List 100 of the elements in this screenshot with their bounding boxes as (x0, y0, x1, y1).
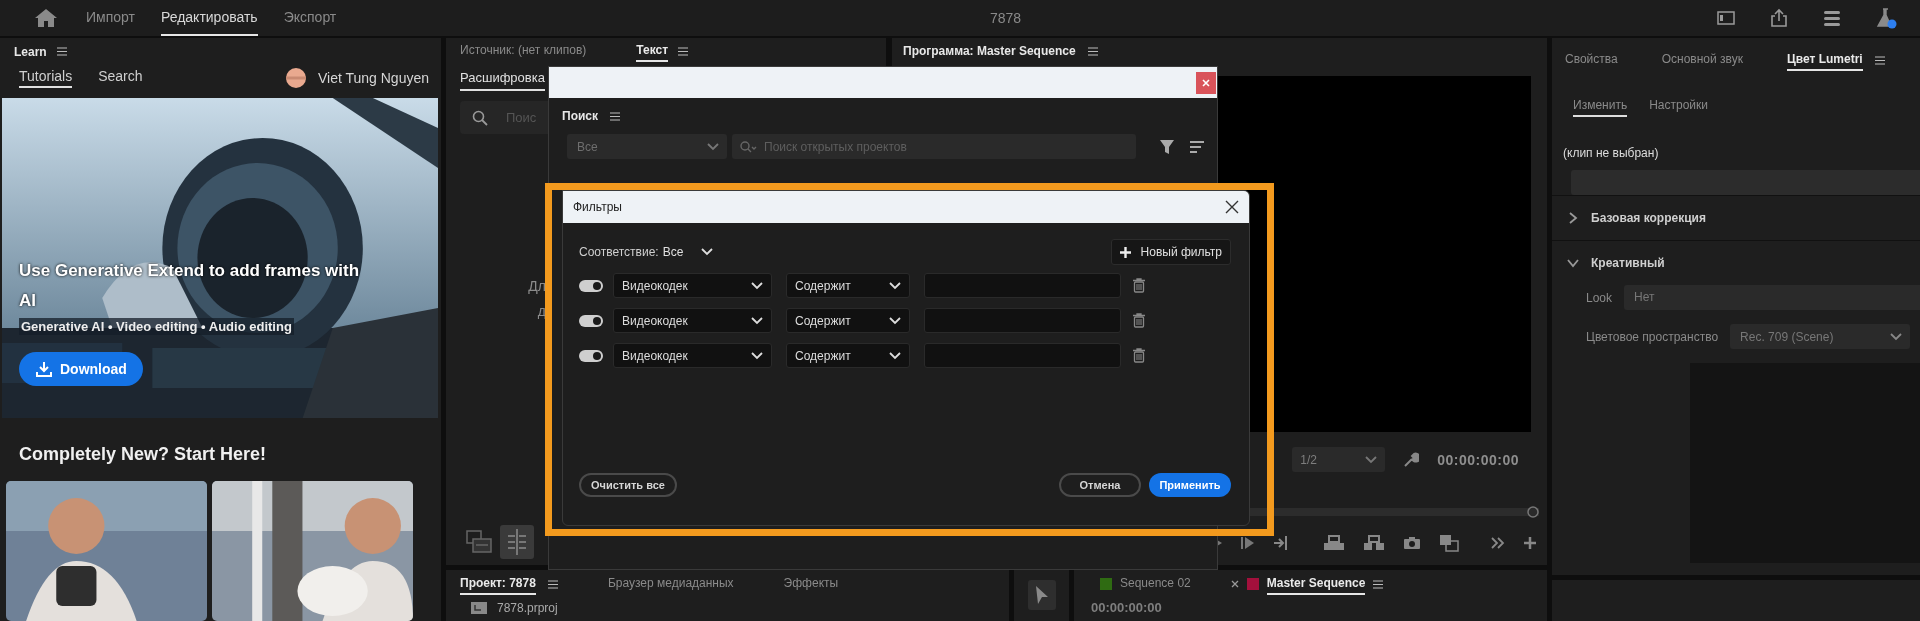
project-file-icon (471, 602, 487, 614)
field-dropdown[interactable]: Видеокодек (613, 343, 772, 368)
add-icon[interactable] (1523, 536, 1537, 550)
menu-icon[interactable] (547, 579, 558, 589)
transcript-tab[interactable]: Расшифровка (460, 70, 545, 91)
chevron-down-icon (707, 142, 719, 151)
operator-dropdown[interactable]: Содержит (786, 273, 910, 298)
avatar (285, 68, 306, 89)
share-icon[interactable] (1770, 8, 1788, 28)
value-field[interactable] (924, 308, 1121, 333)
list-icon[interactable] (1823, 9, 1841, 27)
toggle-switch[interactable] (579, 279, 603, 292)
menu-icon[interactable] (1087, 46, 1098, 56)
chevron-down-icon (1890, 332, 1903, 341)
value-field[interactable] (924, 273, 1121, 298)
panel-icon[interactable] (1717, 10, 1735, 26)
extract-icon[interactable] (1363, 535, 1385, 551)
menu-icon[interactable] (1373, 579, 1384, 589)
sub-tab[interactable]: Изменить (1573, 98, 1628, 117)
toggle-switch[interactable] (579, 314, 603, 327)
panel-tab[interactable]: Основной звук (1661, 49, 1743, 71)
chevron-down-icon (701, 248, 714, 256)
file-name[interactable]: 7878.prproj (497, 601, 558, 615)
camera-icon[interactable] (1403, 536, 1421, 550)
chevron-down-icon (751, 351, 763, 360)
menu-icon[interactable] (610, 111, 620, 121)
chevron-down-icon (889, 316, 901, 325)
filter-icon[interactable] (1159, 138, 1175, 155)
toggle-switch[interactable] (579, 349, 603, 362)
workspace-tab[interactable]: Импорт (86, 0, 135, 36)
plus-icon (1119, 246, 1131, 258)
panel-tab[interactable]: Проект: 7878 (460, 573, 536, 595)
sub-tab[interactable]: Настройки (1649, 98, 1708, 117)
cancel-button[interactable]: Отмена (1059, 473, 1141, 497)
menu-icon[interactable] (56, 47, 67, 57)
panel-tab[interactable]: Свойства (1565, 49, 1618, 71)
lift-icon[interactable] (1323, 535, 1345, 551)
menu-icon[interactable] (678, 46, 689, 56)
chevron-icon[interactable] (1567, 257, 1579, 269)
value-field[interactable] (924, 343, 1121, 368)
field-dropdown[interactable]: Видеокодек (613, 308, 772, 333)
arrow-cursor-icon (1033, 585, 1050, 605)
clear-all-button[interactable]: Очистить все (579, 473, 677, 497)
panel-tab[interactable]: Источник: (нет клипов) (460, 40, 587, 62)
trash-icon[interactable] (1133, 348, 1145, 363)
playhead-handle[interactable] (1527, 506, 1539, 518)
field-label: Look (1586, 290, 1613, 305)
sequence-tab[interactable]: Master Sequence (1266, 573, 1366, 595)
timeline-icon[interactable] (500, 525, 534, 559)
workspace-tab[interactable]: Экспорт (283, 0, 337, 36)
project-title: 7878 (990, 10, 1022, 26)
field-label: Цветовое пространство (1586, 329, 1719, 344)
sort-icon[interactable] (1190, 140, 1204, 153)
search-icon (472, 109, 488, 126)
close-button[interactable] (1196, 71, 1216, 94)
clip-status: (клип не выбран) (1563, 146, 1660, 160)
flask-icon[interactable] (1876, 7, 1898, 29)
panel-tab[interactable]: Цвет Lumetri (1786, 49, 1863, 71)
menu-icon[interactable] (1874, 55, 1885, 65)
step-forward-icon[interactable] (1241, 536, 1255, 550)
workspace-tab[interactable]: Редактировать (160, 0, 258, 36)
selection-tool[interactable] (1027, 580, 1056, 610)
tab[interactable]: Search (98, 68, 143, 89)
trash-icon[interactable] (1133, 278, 1145, 293)
chevron-down-icon (751, 316, 763, 325)
chevron-icon[interactable] (1567, 212, 1579, 224)
tab[interactable]: Tutorials (19, 68, 73, 89)
chevron-down-icon (751, 281, 763, 290)
more-icon[interactable] (1491, 537, 1505, 549)
section-heading: Completely New? Start Here! (19, 443, 268, 466)
operator-dropdown[interactable]: Содержит (786, 308, 910, 333)
download-button[interactable]: Download (19, 351, 143, 386)
hint-text: Дл (528, 277, 546, 296)
panel-tab[interactable]: Текст (636, 40, 669, 62)
close-icon (1202, 78, 1210, 87)
match-label: Соответствие: (579, 245, 659, 259)
dialog-title: Фильтры (573, 200, 622, 214)
close-icon[interactable] (1225, 200, 1239, 214)
operator-dropdown[interactable]: Содержит (786, 343, 910, 368)
panel-tab[interactable]: Браузер медиаданных (607, 573, 734, 595)
section-title[interactable]: Креативный (1591, 256, 1665, 270)
panel-title: Learn (14, 44, 47, 59)
timecode: 00:00:00:00 (1090, 599, 1163, 617)
match-dropdown[interactable]: Все (662, 245, 714, 259)
trash-icon[interactable] (1133, 313, 1145, 328)
section-title[interactable]: Базовая коррекция (1591, 211, 1706, 225)
chevron-down-icon (1365, 455, 1378, 464)
panel-tab[interactable]: Эффекты (783, 573, 839, 595)
close-icon[interactable] (1230, 580, 1239, 588)
wrench-icon[interactable] (1403, 451, 1420, 468)
user-name: Viet Tung Nguyen (317, 70, 429, 87)
sequence-tab[interactable]: Sequence 02 (1120, 573, 1191, 595)
compare-icon[interactable] (1439, 534, 1459, 552)
zoom-dropdown[interactable]: 1/2 (1292, 447, 1386, 472)
home-icon[interactable] (34, 8, 58, 28)
field-dropdown[interactable]: Видеокодек (613, 273, 772, 298)
new-filter-button[interactable]: Новый фильтр (1110, 239, 1231, 265)
clips-icon[interactable] (466, 530, 492, 554)
apply-button[interactable]: Применить (1149, 473, 1231, 497)
chevron-down-icon (889, 281, 901, 290)
